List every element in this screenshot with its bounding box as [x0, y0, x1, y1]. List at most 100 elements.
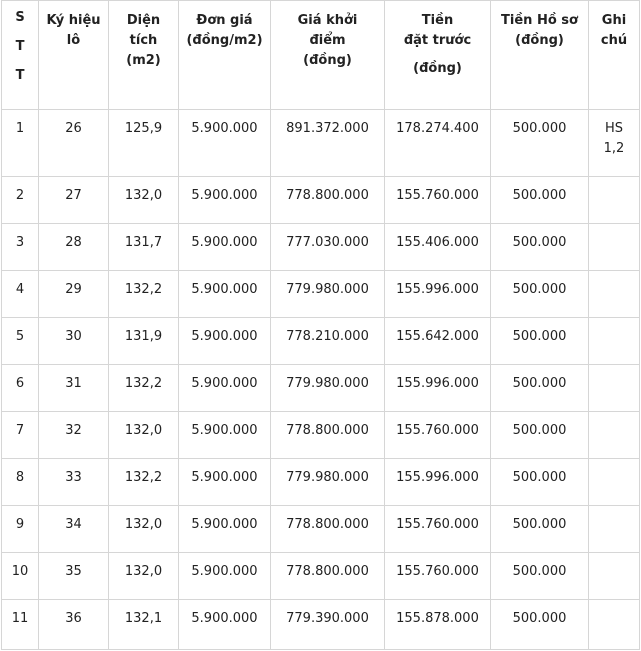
cell-dien-tich: 131,7	[108, 223, 179, 271]
cell-ghi-chu	[588, 223, 640, 271]
header-line: (đồng)	[303, 53, 352, 68]
cell-gia-khoi-diem: 778.800.000	[270, 176, 385, 224]
cell-don-gia: 5.900.000	[178, 458, 271, 506]
cell-gia-khoi-diem: 891.372.000	[270, 109, 385, 177]
header-stt-line: T	[15, 39, 25, 54]
cell-tien-ho-so: 500.000	[490, 599, 589, 650]
header-ky-hieu-lo: Ký hiệu lô	[38, 0, 109, 110]
cell-ky-hieu-lo: 34	[38, 505, 109, 553]
cell-tien-dat-truoc: 155.996.000	[384, 458, 491, 506]
header-line: Tiền	[421, 13, 454, 28]
cell-tien-dat-truoc: 155.406.000	[384, 223, 491, 271]
cell-stt: 10	[1, 552, 39, 600]
cell-tien-dat-truoc: 155.760.000	[384, 552, 491, 600]
cell-dien-tich: 132,0	[108, 505, 179, 553]
cell-ghi-chu	[588, 552, 640, 600]
cell-don-gia: 5.900.000	[178, 223, 271, 271]
table-row: 9 34 132,0 5.900.000 778.800.000 155.760.000 5…	[1, 505, 640, 553]
table-row: 10 35 132,0 5.900.000 778.800.000 155.760.000…	[1, 552, 640, 600]
cell-ky-hieu-lo: 26	[38, 109, 109, 177]
ghi-chu-line: 1,2	[603, 141, 625, 156]
cell-ky-hieu-lo: 28	[38, 223, 109, 271]
cell-don-gia: 5.900.000	[178, 364, 271, 412]
cell-stt: 4	[1, 270, 39, 318]
cell-gia-khoi-diem: 778.800.000	[270, 552, 385, 600]
cell-ky-hieu-lo: 30	[38, 317, 109, 365]
cell-ky-hieu-lo: 29	[38, 270, 109, 318]
header-line: Đơn giá	[196, 13, 253, 28]
cell-stt: 9	[1, 505, 39, 553]
header-line: Ký hiệu	[46, 13, 101, 28]
cell-tien-ho-so: 500.000	[490, 411, 589, 459]
table-body: 1 26 125,9 5.900.000 891.372.000 178.274.400 5…	[1, 109, 640, 650]
cell-dien-tich: 132,2	[108, 270, 179, 318]
table-row: 5 30 131,9 5.900.000 778.210.000 155.642.000 5…	[1, 317, 640, 365]
cell-dien-tich: 132,2	[108, 458, 179, 506]
header-don-gia: Đơn giá (đồng/m2)	[178, 0, 271, 110]
header-tien-dat-truoc: Tiền đặt trước (đồng)	[384, 0, 491, 110]
cell-tien-ho-so: 500.000	[490, 270, 589, 318]
cell-gia-khoi-diem: 778.800.000	[270, 411, 385, 459]
cell-dien-tich: 132,1	[108, 599, 179, 650]
cell-stt: 3	[1, 223, 39, 271]
header-gia-khoi-diem: Giá khởi điểm (đồng)	[270, 0, 385, 110]
cell-stt: 2	[1, 176, 39, 224]
cell-ky-hieu-lo: 36	[38, 599, 109, 650]
cell-gia-khoi-diem: 779.390.000	[270, 599, 385, 650]
cell-gia-khoi-diem: 779.980.000	[270, 364, 385, 412]
cell-gia-khoi-diem: 778.210.000	[270, 317, 385, 365]
cell-stt: 5	[1, 317, 39, 365]
table-row: 7 32 132,0 5.900.000 778.800.000 155.760.000 5…	[1, 411, 640, 459]
header-line: (m2)	[126, 53, 161, 68]
cell-ky-hieu-lo: 33	[38, 458, 109, 506]
cell-ky-hieu-lo: 27	[38, 176, 109, 224]
cell-dien-tich: 131,9	[108, 317, 179, 365]
table-row: 8 33 132,2 5.900.000 779.980.000 155.996.000 5…	[1, 458, 640, 506]
cell-ghi-chu	[588, 599, 640, 650]
cell-stt: 11	[1, 599, 39, 650]
cell-ghi-chu: HS 1,2	[588, 109, 640, 177]
cell-tien-ho-so: 500.000	[490, 552, 589, 600]
cell-tien-ho-so: 500.000	[490, 223, 589, 271]
table-row: 1 26 125,9 5.900.000 891.372.000 178.274.400 5…	[1, 109, 640, 177]
cell-dien-tich: 132,0	[108, 176, 179, 224]
cell-ky-hieu-lo: 32	[38, 411, 109, 459]
header-line: chú	[600, 33, 628, 48]
cell-tien-dat-truoc: 155.996.000	[384, 270, 491, 318]
cell-tien-ho-so: 500.000	[490, 364, 589, 412]
header-stt-line: S	[15, 10, 25, 25]
cell-dien-tich: 125,9	[108, 109, 179, 177]
cell-ghi-chu	[588, 458, 640, 506]
header-ghi-chu: Ghi chú	[588, 0, 640, 110]
header-line: Tiền Hồ sơ	[501, 13, 578, 28]
cell-tien-dat-truoc: 155.642.000	[384, 317, 491, 365]
cell-ghi-chu	[588, 317, 640, 365]
cell-dien-tich: 132,0	[108, 411, 179, 459]
header-tien-ho-so: Tiền Hồ sơ (đồng)	[490, 0, 589, 110]
table-row: 11 36 132,1 5.900.000 779.390.000 155.878.000…	[1, 599, 640, 650]
cell-stt: 7	[1, 411, 39, 459]
cell-gia-khoi-diem: 777.030.000	[270, 223, 385, 271]
ghi-chu-line: HS	[604, 121, 624, 136]
cell-dien-tich: 132,0	[108, 552, 179, 600]
cell-stt: 8	[1, 458, 39, 506]
cell-tien-ho-so: 500.000	[490, 317, 589, 365]
header-line: Ghi	[601, 13, 627, 28]
table-row: 2 27 132,0 5.900.000 778.800.000 155.760.000 5…	[1, 176, 640, 224]
cell-tien-ho-so: 500.000	[490, 505, 589, 553]
header-line: (đồng/m2)	[186, 33, 263, 48]
header-stt-line: T	[15, 68, 25, 83]
cell-dien-tich: 132,2	[108, 364, 179, 412]
cell-stt: 1	[1, 109, 39, 177]
table-row: 6 31 132,2 5.900.000 779.980.000 155.996.000 5…	[1, 364, 640, 412]
cell-tien-dat-truoc: 155.760.000	[384, 505, 491, 553]
cell-ghi-chu	[588, 505, 640, 553]
cell-gia-khoi-diem: 779.980.000	[270, 458, 385, 506]
header-stt: S T T	[1, 0, 39, 110]
cell-tien-ho-so: 500.000	[490, 458, 589, 506]
cell-don-gia: 5.900.000	[178, 270, 271, 318]
cell-don-gia: 5.900.000	[178, 411, 271, 459]
table-row: 3 28 131,7 5.900.000 777.030.000 155.406.000 5…	[1, 223, 640, 271]
cell-ky-hieu-lo: 31	[38, 364, 109, 412]
cell-don-gia: 5.900.000	[178, 505, 271, 553]
